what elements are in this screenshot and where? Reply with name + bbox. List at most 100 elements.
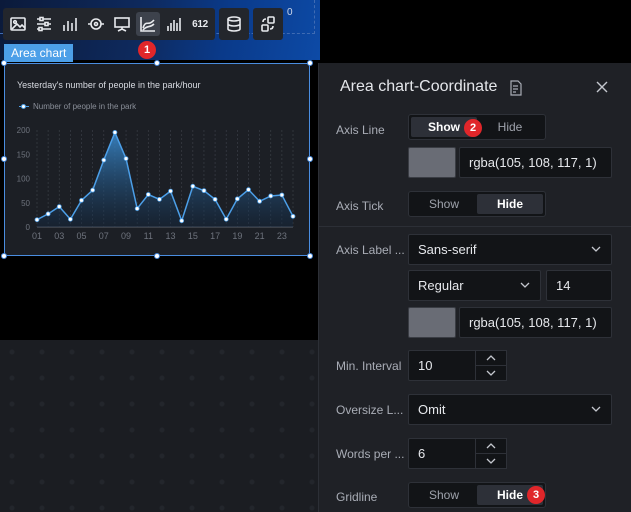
area-chart-component[interactable]: Yesterday's number of people in the park…	[4, 63, 310, 256]
resize-handle-tr[interactable]	[307, 60, 313, 66]
min-interval-input[interactable]: 10	[408, 350, 476, 381]
data-point	[134, 206, 140, 211]
database-button[interactable]	[222, 12, 246, 36]
oversize-label: Oversize L...	[336, 403, 404, 417]
x-tick-label: 09	[121, 231, 131, 241]
bar-chart-button[interactable]	[58, 12, 82, 36]
axis-line-label: Axis Line	[336, 123, 385, 137]
data-point	[268, 193, 274, 199]
font-family-select[interactable]: Sans-serif	[408, 234, 612, 265]
decrement-button[interactable]	[476, 365, 506, 380]
data-point	[168, 188, 173, 194]
oversize-select[interactable]: Omit	[408, 394, 612, 425]
stepper-buttons	[476, 438, 507, 469]
resize-handle-br[interactable]	[307, 253, 313, 259]
data-point	[212, 196, 218, 202]
y-tick-label: 100	[17, 175, 31, 184]
target-button[interactable]	[84, 12, 108, 36]
area-fill	[37, 132, 293, 227]
words-per-stepper: 6	[408, 438, 507, 469]
x-tick-label: 13	[166, 231, 176, 241]
sliders-button[interactable]	[32, 12, 56, 36]
min-interval-stepper: 10	[408, 350, 507, 381]
data-point	[101, 157, 107, 163]
decrement-button[interactable]	[476, 453, 506, 468]
axis-label-style-label: Axis Label ...	[336, 243, 405, 257]
column-chart-button[interactable]	[162, 12, 186, 36]
step-badge-1: 1	[138, 41, 156, 59]
resize-handle-ml[interactable]	[1, 156, 7, 162]
component-tag: Area chart	[4, 44, 74, 62]
gridline-toggle: Show Hide	[408, 482, 546, 508]
panel-title: Area chart-Coordinate	[340, 78, 498, 95]
toolbar-group-charts: 612	[3, 8, 215, 40]
font-size-input[interactable]: 14	[546, 270, 612, 301]
presentation-icon	[114, 17, 130, 32]
component-toolbar: 612	[3, 8, 283, 40]
x-tick-label: 07	[99, 231, 109, 241]
data-point	[279, 192, 285, 198]
canvas-grid-background	[0, 340, 320, 512]
increment-button[interactable]	[476, 439, 506, 453]
axis-tick-label: Axis Tick	[336, 199, 384, 213]
axis-label-color-field[interactable]: rgba(105, 108, 117, 1)	[459, 307, 612, 338]
bar-chart-icon	[63, 18, 77, 31]
database-icon	[227, 16, 241, 32]
resize-handle-tl[interactable]	[1, 60, 7, 66]
axis-tick-hide-option[interactable]: Hide	[477, 194, 543, 214]
axis-line-color-swatch[interactable]	[408, 147, 456, 178]
font-weight-select[interactable]: Regular	[408, 270, 541, 301]
resize-handle-bm[interactable]	[154, 253, 160, 259]
axis-tick-show-option[interactable]: Show	[411, 194, 477, 214]
data-point	[179, 218, 185, 224]
data-point	[223, 216, 229, 222]
image-button[interactable]	[6, 12, 30, 36]
resize-handle-bl[interactable]	[1, 253, 7, 259]
section-divider	[319, 226, 631, 227]
sliders-icon	[37, 16, 51, 32]
chevron-down-icon	[520, 282, 530, 288]
axis-tick-toggle: Show Hide	[408, 191, 546, 217]
font-family-value: Sans-serif	[418, 242, 477, 257]
resize-handle-tm[interactable]	[154, 60, 160, 66]
oversize-value: Omit	[418, 402, 446, 417]
increment-button[interactable]	[476, 351, 506, 365]
toolbar-group-data	[219, 8, 249, 40]
data-point	[234, 196, 240, 202]
exchange-icon	[261, 16, 275, 32]
x-tick-label: 19	[232, 231, 242, 241]
presentation-button[interactable]	[110, 12, 134, 36]
data-point	[246, 187, 251, 193]
data-point	[190, 183, 196, 189]
exchange-button[interactable]	[256, 12, 280, 36]
ruler-value: 0	[287, 7, 293, 18]
y-tick-label: 0	[26, 223, 31, 232]
close-icon[interactable]	[595, 80, 609, 94]
x-tick-label: 01	[32, 231, 42, 241]
data-point	[201, 188, 207, 194]
data-point	[112, 130, 118, 135]
resize-handle-mr[interactable]	[307, 156, 313, 162]
data-point	[90, 187, 96, 193]
y-tick-label: 200	[17, 126, 31, 135]
y-tick-label: 150	[17, 150, 31, 159]
document-help-icon[interactable]	[509, 80, 523, 96]
axis-line-color-field[interactable]: rgba(105, 108, 117, 1)	[459, 147, 612, 178]
stepper-buttons	[476, 350, 507, 381]
axis-label-color-swatch[interactable]	[408, 307, 456, 338]
target-icon	[88, 18, 104, 30]
line-chart-button[interactable]	[136, 12, 160, 36]
number-icon: 612	[192, 18, 208, 30]
data-point	[34, 217, 40, 223]
min-interval-label: Min. Interval	[336, 359, 402, 373]
font-weight-value: Regular	[418, 278, 464, 293]
axis-line-hide-option[interactable]: Hide	[477, 117, 543, 137]
words-per-input[interactable]: 6	[408, 438, 476, 469]
number-button[interactable]: 612	[188, 12, 212, 36]
gridline-show-option[interactable]: Show	[411, 485, 477, 505]
chart-plot: 0 50 100 150 200 01 03 05 07 09 11 13 15 17 19 21 23	[17, 126, 296, 241]
column-chart-icon	[167, 18, 181, 31]
words-per-label: Words per ...	[336, 447, 405, 461]
chevron-up-icon	[486, 355, 496, 361]
toolbar-group-exchange	[253, 8, 283, 40]
